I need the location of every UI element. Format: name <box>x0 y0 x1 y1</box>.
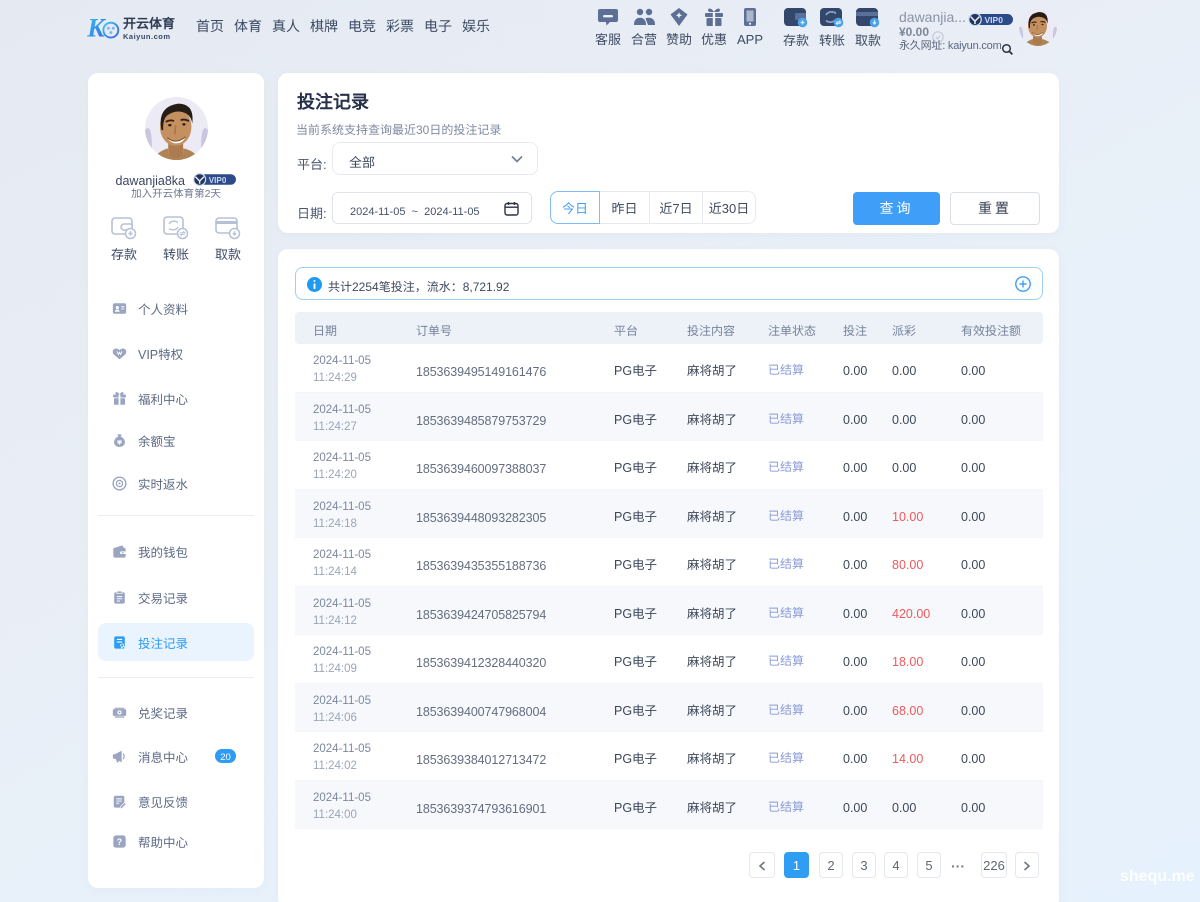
svg-text:?: ? <box>117 836 122 846</box>
svg-text:VIP0: VIP0 <box>209 176 227 185</box>
svg-text:VIP0: VIP0 <box>985 15 1004 25</box>
